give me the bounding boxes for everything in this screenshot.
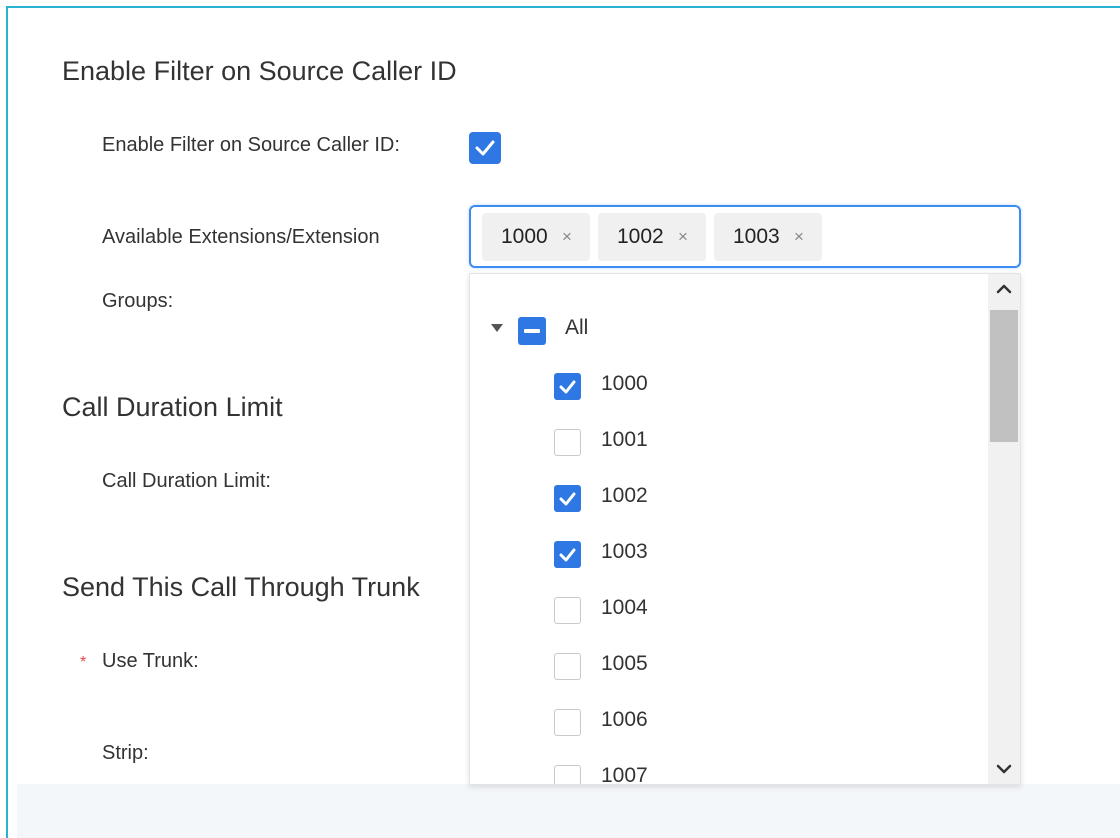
list-item[interactable]: 1002 bbox=[470, 472, 990, 528]
select-all-label[interactable]: All bbox=[565, 316, 588, 340]
option-checkbox[interactable] bbox=[554, 653, 581, 680]
option-checkbox[interactable] bbox=[554, 485, 581, 512]
list-item[interactable]: 1001 bbox=[470, 416, 990, 472]
enable-filter-checkbox[interactable] bbox=[469, 132, 501, 164]
selected-tag: 1002 × bbox=[598, 213, 706, 261]
check-icon bbox=[559, 380, 576, 394]
list-item[interactable]: 1005 bbox=[470, 640, 990, 696]
section-title-filter: Enable Filter on Source Caller ID bbox=[62, 56, 457, 86]
check-icon bbox=[475, 140, 495, 156]
option-label: 1000 bbox=[601, 372, 648, 395]
close-icon[interactable]: × bbox=[678, 213, 688, 261]
check-icon bbox=[559, 492, 576, 506]
close-icon[interactable]: × bbox=[794, 213, 804, 261]
select-all-checkbox[interactable] bbox=[518, 317, 546, 345]
duration-limit-label: Call Duration Limit: bbox=[102, 470, 271, 492]
extensions-select[interactable]: 1000 × 1002 × 1003 × bbox=[469, 205, 1021, 268]
extensions-dropdown: All 1000 1001 1002 1003 1004 1005 1006 1… bbox=[469, 273, 1021, 785]
chevron-down-icon[interactable] bbox=[988, 754, 1020, 784]
list-item[interactable]: 1004 bbox=[470, 584, 990, 640]
caret-down-icon[interactable] bbox=[491, 324, 503, 333]
section-title-duration: Call Duration Limit bbox=[62, 392, 283, 422]
option-checkbox[interactable] bbox=[554, 541, 581, 568]
section-title-trunk: Send This Call Through Trunk bbox=[62, 572, 420, 602]
list-item[interactable]: 1000 bbox=[470, 360, 990, 416]
option-label: 1003 bbox=[601, 540, 648, 563]
strip-label: Strip: bbox=[102, 742, 149, 764]
scrollbar-thumb[interactable] bbox=[990, 310, 1018, 442]
use-trunk-label: Use Trunk: bbox=[102, 650, 199, 672]
option-label: 1005 bbox=[601, 652, 648, 675]
selected-tag: 1003 × bbox=[714, 213, 822, 261]
close-icon[interactable]: × bbox=[562, 213, 572, 261]
list-item[interactable]: 1007 bbox=[470, 752, 990, 785]
option-label: 1007 bbox=[601, 764, 648, 785]
required-marker: * bbox=[80, 654, 87, 671]
option-label: 1004 bbox=[601, 596, 648, 619]
option-checkbox[interactable] bbox=[554, 765, 581, 784]
available-extensions-label: Available Extensions/Extension bbox=[102, 226, 380, 248]
option-checkbox[interactable] bbox=[554, 709, 581, 736]
selected-tag: 1000 × bbox=[482, 213, 590, 261]
dropdown-scrollbar[interactable] bbox=[988, 274, 1020, 784]
option-checkbox[interactable] bbox=[554, 597, 581, 624]
tag-label: 1000 bbox=[501, 225, 548, 248]
groups-label: Groups: bbox=[102, 290, 174, 312]
list-item[interactable]: 1006 bbox=[470, 696, 990, 752]
enable-filter-label: Enable Filter on Source Caller ID: bbox=[102, 134, 400, 156]
tag-label: 1003 bbox=[733, 225, 780, 248]
list-item[interactable]: 1003 bbox=[470, 528, 990, 584]
footer-bar bbox=[17, 784, 1120, 838]
chevron-up-icon[interactable] bbox=[988, 274, 1020, 304]
option-label: 1006 bbox=[601, 708, 648, 731]
option-checkbox[interactable] bbox=[554, 373, 581, 400]
check-icon bbox=[559, 548, 576, 562]
option-label: 1002 bbox=[601, 484, 648, 507]
option-label: 1001 bbox=[601, 428, 648, 451]
tag-label: 1002 bbox=[617, 225, 664, 248]
option-checkbox[interactable] bbox=[554, 429, 581, 456]
